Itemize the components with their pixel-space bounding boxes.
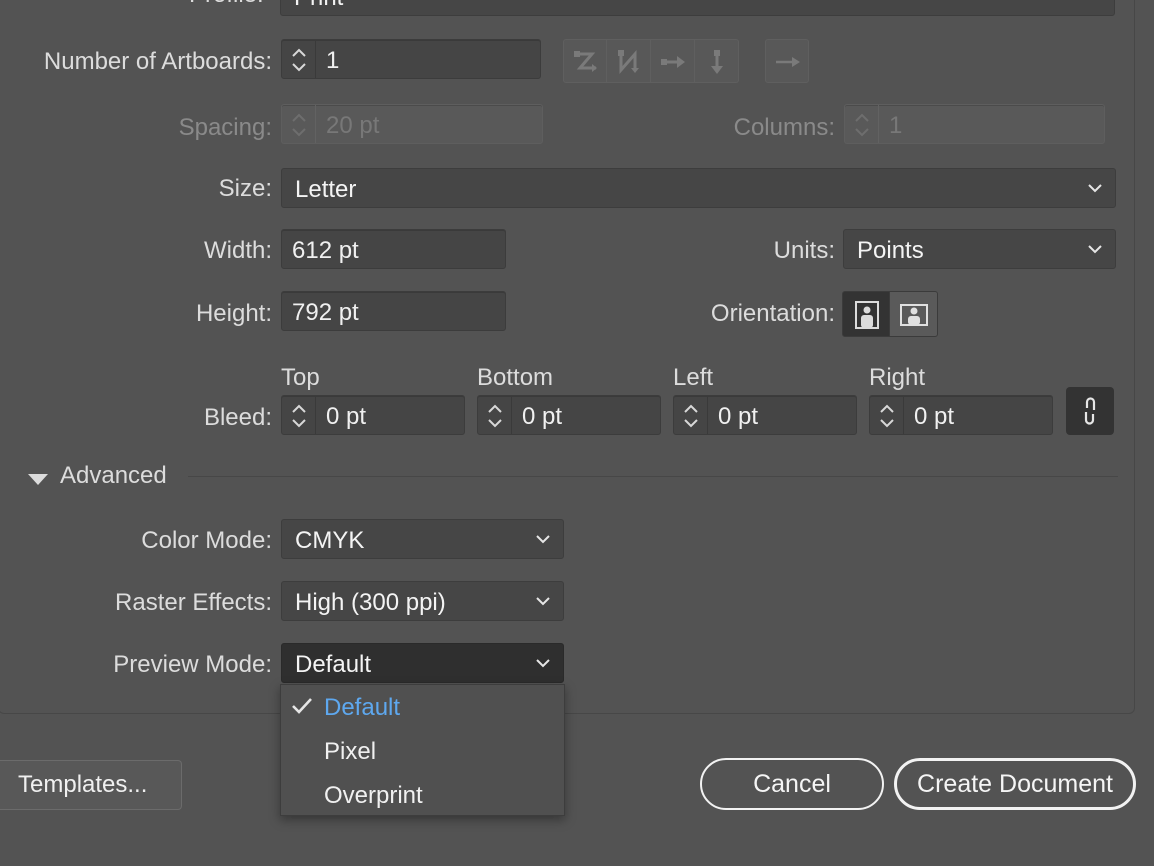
bleed-top-value: 0 pt (326, 403, 367, 430)
size-label: Size: (218, 175, 272, 202)
color-mode-value: CMYK (295, 527, 365, 554)
landscape-icon (900, 304, 928, 326)
raster-effects-label: Raster Effects: (115, 589, 272, 616)
stepper-arrows-icon (880, 404, 894, 428)
grid-by-row-icon[interactable] (563, 39, 607, 83)
bleed-bottom-field[interactable]: 0 pt (477, 395, 661, 435)
bleed-left-field[interactable]: 0 pt (673, 395, 857, 435)
create-document-button[interactable]: Create Document (894, 758, 1136, 810)
bleed-label: Bleed: (203, 404, 272, 431)
stepper-arrows-icon (292, 404, 306, 428)
orientation-group (842, 291, 938, 337)
chevron-down-icon (536, 597, 550, 606)
artboards-label: Number of Artboards: (43, 48, 272, 75)
orientation-label: Orientation: (710, 300, 835, 327)
artboards-stepper[interactable] (282, 40, 316, 78)
stepper-arrows-icon (488, 404, 502, 428)
portrait-button[interactable] (842, 291, 890, 337)
bleed-right-value: 0 pt (914, 403, 955, 430)
bleed-right-stepper[interactable] (870, 396, 904, 434)
raster-effects-select[interactable]: High (300 ppi) (281, 581, 564, 621)
width-label: Width: (203, 237, 272, 264)
size-select[interactable]: Letter (281, 168, 1116, 208)
bleed-bottom-value: 0 pt (522, 403, 563, 430)
stepper-arrows-icon (684, 404, 698, 428)
bleed-bottom-label: Bottom (477, 364, 554, 391)
preview-mode-dropdown: Default Pixel Overprint (280, 684, 565, 816)
cancel-button[interactable]: Cancel (700, 758, 884, 810)
disclosure-triangle-icon (28, 474, 48, 485)
spacing-stepper (282, 105, 316, 143)
bleed-bottom-stepper[interactable] (478, 396, 512, 434)
advanced-label: Advanced (60, 462, 167, 489)
bleed-top-label: Top (281, 364, 320, 391)
templates-button[interactable]: Templates... (0, 760, 182, 810)
profile-value: Print (294, 0, 343, 12)
spacing-value: 20 pt (326, 112, 380, 139)
width-value: 612 pt (292, 237, 359, 264)
height-field[interactable]: 792 pt (281, 291, 506, 331)
bleed-right-label: Right (869, 364, 926, 391)
spacing-label: Spacing: (178, 114, 272, 141)
raster-effects-value: High (300 ppi) (295, 589, 446, 616)
height-label: Height: (195, 300, 272, 327)
size-value: Letter (295, 176, 357, 203)
arrange-by-column-icon[interactable] (695, 39, 739, 83)
spacing-field: 20 pt (281, 104, 543, 144)
color-mode-label: Color Mode: (141, 527, 272, 554)
grid-by-column-icon[interactable] (607, 39, 651, 83)
artboards-field[interactable]: 1 (281, 39, 541, 79)
columns-value: 1 (889, 112, 903, 139)
bleed-right-field[interactable]: 0 pt (869, 395, 1053, 435)
artboard-layout-group (563, 39, 739, 83)
columns-field: 1 (844, 104, 1105, 144)
landscape-button[interactable] (890, 291, 938, 337)
preview-mode-label: Preview Mode: (113, 651, 272, 678)
bleed-left-value: 0 pt (718, 403, 759, 430)
stepper-arrows-icon (292, 48, 306, 72)
advanced-divider (188, 476, 1118, 477)
height-value: 792 pt (292, 299, 359, 326)
chevron-down-icon (1088, 184, 1102, 193)
preview-mode-select[interactable]: Default (281, 643, 564, 683)
bleed-left-label: Left (673, 364, 714, 391)
right-to-left-icon[interactable] (765, 39, 809, 83)
profile-label: Profile: (189, 0, 264, 9)
bleed-top-field[interactable]: 0 pt (281, 395, 465, 435)
stepper-arrows-icon (292, 113, 306, 137)
chevron-down-icon (536, 659, 550, 668)
dropdown-option-pixel[interactable]: Pixel (324, 738, 376, 766)
width-field[interactable]: 612 pt (281, 229, 506, 269)
units-value: Points (857, 237, 924, 264)
link-bleed-button[interactable] (1066, 387, 1114, 435)
bleed-left-stepper[interactable] (674, 396, 708, 434)
color-mode-select[interactable]: CMYK (281, 519, 564, 559)
arrange-by-row-icon[interactable] (651, 39, 695, 83)
dropdown-option-default[interactable]: Default (324, 694, 400, 722)
preview-mode-value: Default (295, 651, 372, 678)
bleed-top-stepper[interactable] (282, 396, 316, 434)
columns-stepper (845, 105, 879, 143)
profile-select[interactable]: Print (280, 0, 1115, 16)
checkmark-icon (292, 698, 312, 714)
portrait-icon (855, 301, 879, 329)
units-label: Units: (773, 237, 835, 264)
stepper-arrows-icon (855, 113, 869, 137)
artboards-value: 1 (326, 47, 340, 74)
chevron-down-icon (536, 535, 550, 544)
dropdown-option-overprint[interactable]: Overprint (324, 782, 423, 810)
chevron-down-icon (1088, 245, 1102, 254)
columns-label: Columns: (733, 114, 835, 141)
units-select[interactable]: Points (843, 229, 1116, 269)
link-icon (1084, 397, 1096, 425)
